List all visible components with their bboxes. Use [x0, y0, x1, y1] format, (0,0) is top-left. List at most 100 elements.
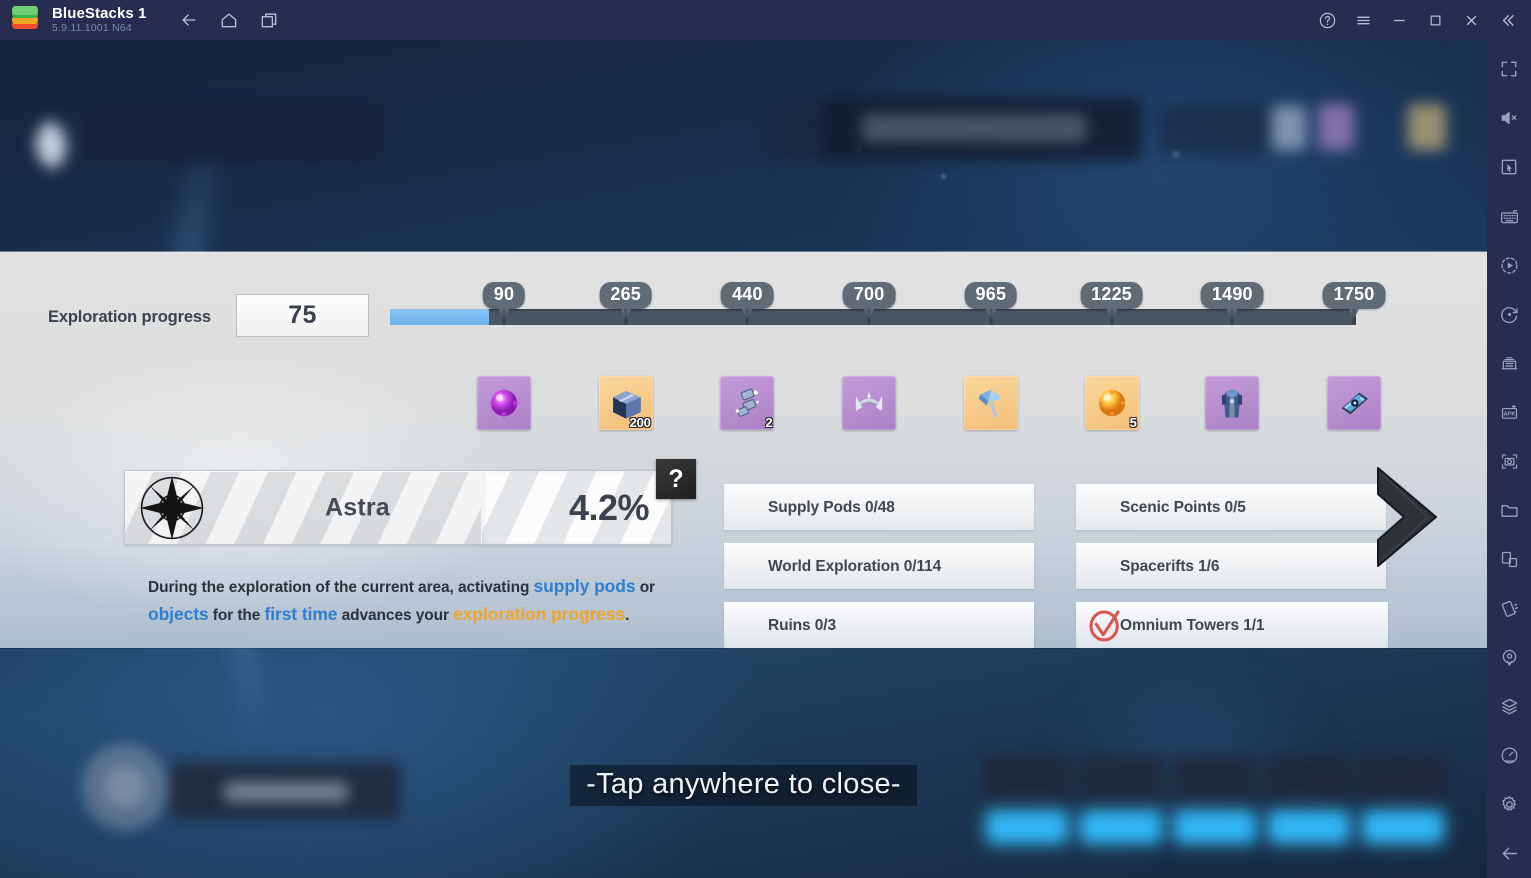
home-icon — [221, 13, 236, 28]
reward-circuit-chips[interactable]: 2 — [720, 376, 775, 430]
reward-headgear-icon — [842, 376, 896, 430]
reward-purple-orb[interactable] — [476, 376, 531, 430]
keyboard-icon — [1500, 209, 1518, 223]
chevron-double-left-icon — [1502, 14, 1514, 26]
home-button[interactable] — [213, 4, 245, 36]
back-button[interactable] — [173, 4, 205, 36]
rotate-button[interactable] — [1489, 294, 1529, 334]
stat-card-grid: Supply Pods 0/48 World Exploration 0/114… — [0, 484, 1487, 648]
settings-button[interactable] — [1489, 784, 1529, 824]
milestone-notch — [1110, 309, 1114, 325]
macro-recorder-button[interactable] — [1489, 245, 1529, 285]
reward-supply-crate[interactable]: 200 — [598, 376, 653, 430]
exploration-progress-value-box: 75 — [236, 294, 369, 337]
reward-quantity: 2 — [765, 415, 773, 430]
android-back-button[interactable] — [1489, 833, 1529, 873]
svg-text:APK: APK — [1503, 411, 1515, 417]
completed-check-icon — [1084, 605, 1126, 647]
folder-icon — [1500, 504, 1518, 517]
performance-button[interactable] — [1489, 735, 1529, 775]
question-circle-icon — [1319, 12, 1335, 28]
milestone-label: 1490 — [1200, 282, 1264, 309]
arrow-left-icon — [182, 14, 196, 26]
cursor-mode-button[interactable] — [1489, 147, 1529, 187]
app-title-block: BlueStacks 1 5.9.11.1001 N64 — [52, 6, 147, 34]
copy-icon — [1501, 551, 1517, 567]
layers-button[interactable] — [1489, 686, 1529, 726]
shake-phone-icon — [1501, 600, 1518, 617]
milestone-label: 440 — [721, 282, 774, 309]
app-version: 5.9.11.1001 N64 — [52, 21, 132, 34]
keymapping-button[interactable] — [1489, 196, 1529, 236]
milestone-label: 1750 — [1322, 282, 1386, 309]
reward-data-card-icon — [1327, 376, 1381, 430]
progress-track: 90 265 440 700 965 1225 1490 1750 — [390, 282, 1386, 325]
tap-close-label: -Tap anywhere to close- — [570, 765, 917, 806]
bluestacks-window: BlueStacks 1 5.9.11.1001 N64 -Tap anywhe… — [0, 0, 1531, 878]
reward-hammer[interactable] — [963, 376, 1018, 430]
milestone-label: 700 — [842, 282, 896, 309]
maximize-button[interactable] — [1419, 4, 1451, 36]
game-hud-top-blurred — [0, 56, 1487, 176]
rotate-icon — [1500, 306, 1518, 323]
copy-to-instance-button[interactable] — [1489, 539, 1529, 579]
stat-spacerifts[interactable]: Spacerifts 1/6 — [1076, 543, 1386, 589]
titlebar-nav-group — [173, 4, 285, 36]
reward-headgear[interactable] — [842, 376, 897, 430]
fullscreen-button[interactable] — [1489, 49, 1529, 89]
progress-fill — [390, 309, 490, 325]
milestone-notch — [1352, 309, 1356, 325]
game-viewport[interactable]: -Tap anywhere to close- Exploration prog… — [0, 40, 1487, 878]
milestone-notch — [502, 309, 506, 325]
stat-supply-pods[interactable]: Supply Pods 0/48 — [724, 484, 1034, 530]
reward-hammer-icon — [964, 376, 1018, 430]
menu-button[interactable] — [1347, 4, 1379, 36]
stat-world-exploration[interactable]: World Exploration 0/114 — [724, 543, 1034, 589]
next-page-arrow[interactable] — [1370, 462, 1444, 572]
minimize-icon — [1393, 19, 1405, 21]
reward-data-card[interactable] — [1327, 376, 1382, 430]
milestone-notch — [867, 309, 871, 325]
milestone-label: 265 — [599, 282, 653, 309]
milestone-notch — [989, 309, 993, 325]
stat-label: Spacerifts 1/6 — [1120, 557, 1220, 575]
screenshot-button[interactable] — [1489, 441, 1529, 481]
reward-gold-sphere[interactable]: 5 — [1084, 376, 1139, 430]
stat-scenic-points[interactable]: Scenic Points 0/5 — [1076, 484, 1386, 530]
gauge-icon — [1501, 747, 1517, 763]
stat-ruins[interactable]: Ruins 0/3 — [724, 602, 1034, 648]
recent-apps-icon — [261, 13, 276, 28]
reward-armor-suit[interactable] — [1205, 376, 1260, 430]
location-button[interactable] — [1489, 637, 1529, 677]
layers-icon — [1501, 698, 1517, 714]
mute-button[interactable] — [1489, 98, 1529, 138]
shake-button[interactable] — [1489, 588, 1529, 628]
milestone-notch — [624, 309, 628, 325]
camera-icon — [1501, 453, 1517, 469]
install-apk-button[interactable]: APK — [1489, 392, 1529, 432]
exploration-progress-label: Exploration progress — [48, 308, 211, 326]
reward-armor-suit-icon — [1205, 376, 1259, 430]
media-manager-button[interactable] — [1489, 490, 1529, 530]
hamburger-menu-icon — [1356, 16, 1370, 24]
bluestacks-logo-icon — [10, 5, 40, 35]
stat-label: Supply Pods 0/48 — [768, 498, 895, 516]
stat-omnium-towers[interactable]: Omnium Towers 1/1 — [1076, 602, 1388, 648]
right-sidebar: APK — [1487, 40, 1531, 878]
exploration-progress-value: 75 — [288, 301, 317, 329]
macro-play-icon — [1500, 256, 1518, 274]
maximize-icon — [1430, 15, 1440, 25]
close-button[interactable] — [1455, 4, 1487, 36]
stat-label: World Exploration 0/114 — [768, 557, 942, 575]
help-button[interactable] — [1311, 4, 1343, 36]
help-badge-button[interactable]: ? — [656, 459, 696, 499]
recents-button[interactable] — [253, 4, 285, 36]
stat-label: Scenic Points 0/5 — [1120, 498, 1246, 516]
window-controls — [1311, 4, 1531, 36]
multi-instance-button[interactable] — [1489, 343, 1529, 383]
tap-anywhere-to-close-hint[interactable]: -Tap anywhere to close- — [0, 765, 1487, 806]
close-icon — [1466, 15, 1476, 25]
location-pin-icon — [1502, 649, 1516, 666]
minimize-button[interactable] — [1383, 4, 1415, 36]
collapse-sidebar-button[interactable] — [1491, 4, 1523, 36]
